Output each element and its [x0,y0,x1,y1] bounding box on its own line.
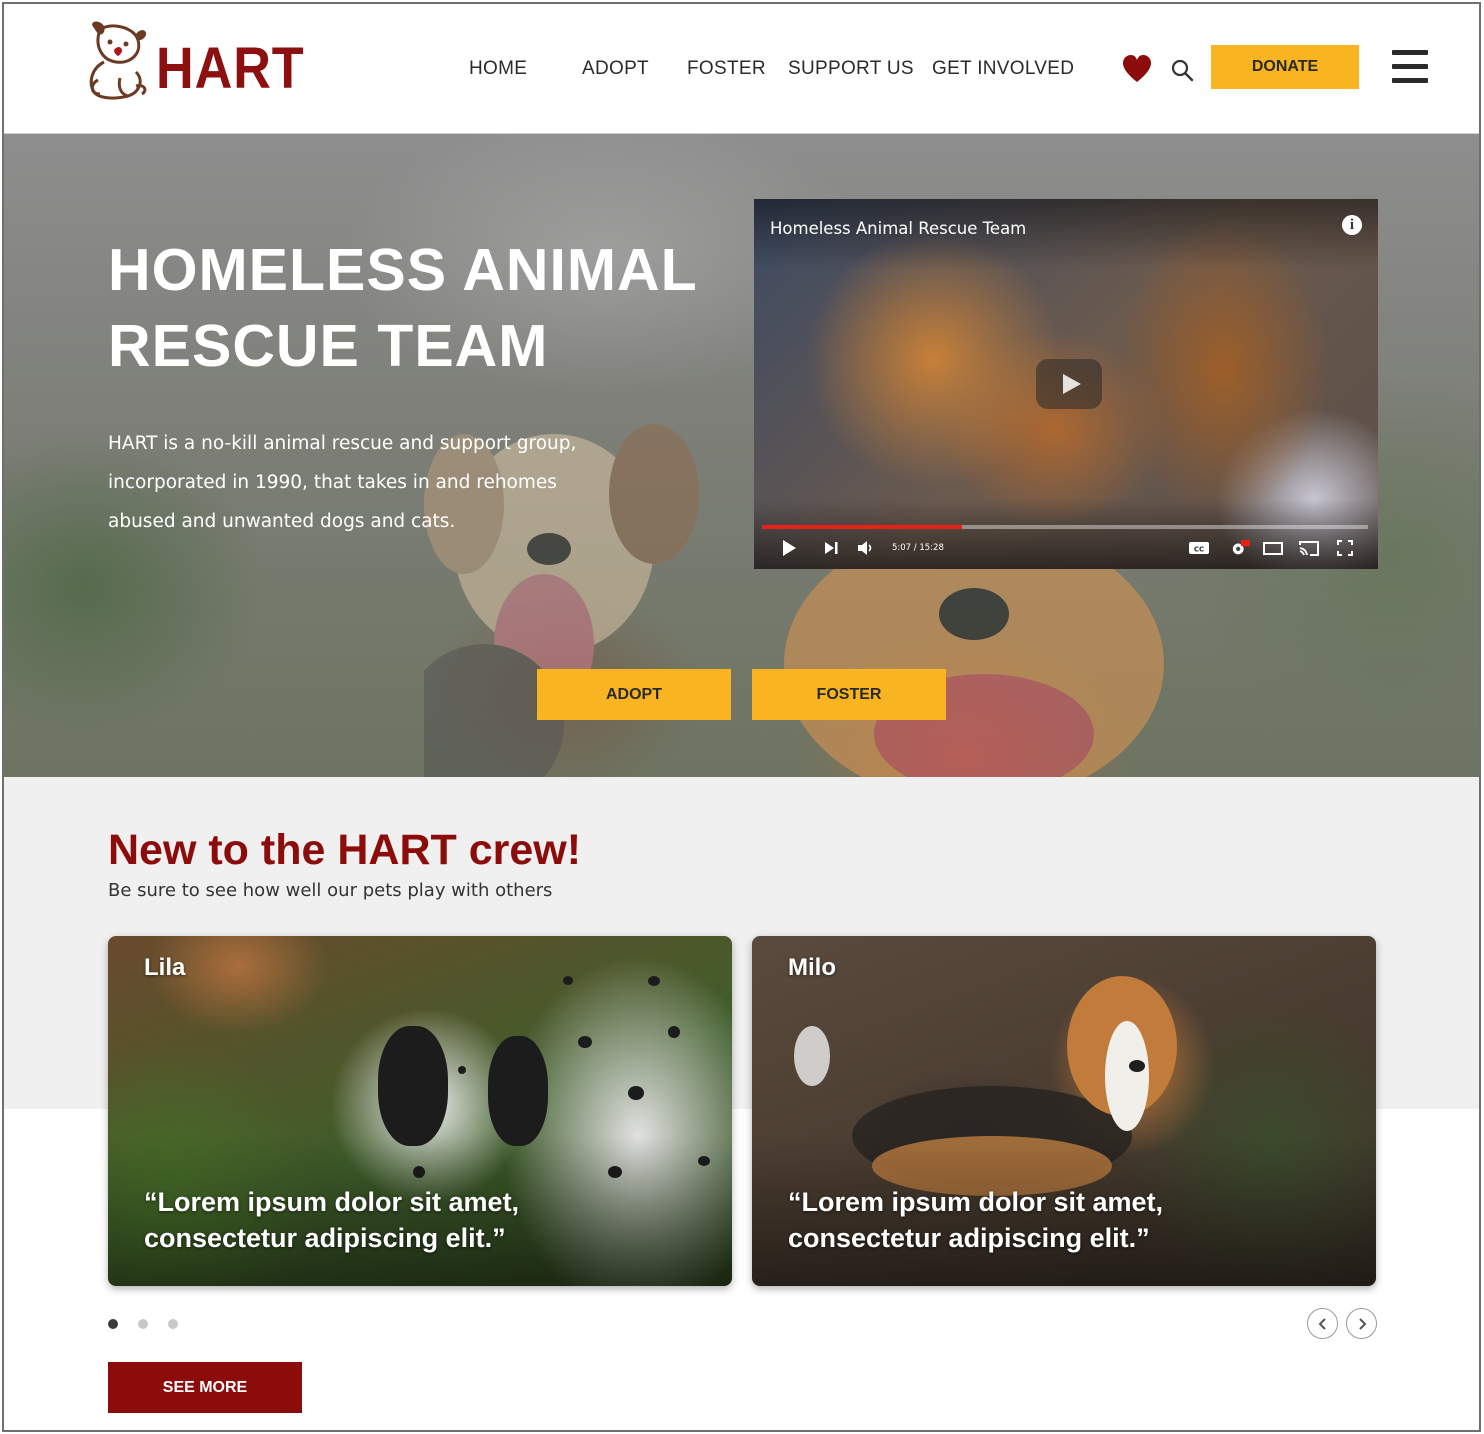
hamburger-menu-icon[interactable] [1392,50,1428,84]
see-more-button[interactable]: SEE MORE [108,1362,302,1413]
volume-icon[interactable] [856,539,874,557]
carousel-dots [108,1319,198,1329]
pet-card-lila[interactable]: Lila “Lorem ipsum dolor sit amet, consec… [108,936,732,1286]
next-icon[interactable] [822,539,840,557]
hero-description: HART is a no-kill animal rescue and supp… [108,433,577,532]
hero-title: HOMELESS ANIMAL RESCUE TEAM [108,232,728,384]
hero-title-line-1: HOMELESS ANIMAL [108,237,698,303]
video-time: 5:07 / 15:28 [892,543,944,553]
pet-name: Lila [144,954,186,981]
nav-support-us[interactable]: SUPPORT US [788,58,914,80]
carousel-dot[interactable] [108,1319,118,1329]
carousel-next-button[interactable] [1346,1308,1377,1339]
crew-subheading: Be sure to see how well our pets play wi… [108,880,553,901]
hero-dog-image-right [784,544,1164,777]
donate-button[interactable]: DONATE [1211,45,1359,89]
settings-icon[interactable] [1228,539,1252,557]
nav-adopt[interactable]: ADOPT [582,58,649,80]
cast-icon[interactable] [1298,539,1320,557]
chevron-right-icon [1359,1318,1367,1330]
pet-card-milo[interactable]: Milo “Lorem ipsum dolor sit amet, consec… [752,936,1376,1286]
pet-name: Milo [788,954,836,981]
pet-quote: “Lorem ipsum dolor sit amet, consectetur… [144,1187,520,1253]
hero-section: HOMELESS ANIMAL RESCUE TEAM HART is a no… [4,134,1479,777]
hero-title-line-2: RESCUE TEAM [108,313,549,379]
fullscreen-icon[interactable] [1336,539,1354,557]
chevron-left-icon [1318,1318,1326,1330]
play-icon[interactable] [780,539,798,557]
video-player[interactable]: Homeless Animal Rescue Team i 5:07 / 15:… [754,199,1378,569]
site-header: HART HOME ADOPT FOSTER SUPPORT US GET IN… [4,4,1479,134]
video-title[interactable]: Homeless Animal Rescue Team [770,219,1026,238]
carousel-dot[interactable] [138,1319,148,1329]
search-icon[interactable] [1170,58,1194,82]
carousel-dot[interactable] [168,1319,178,1329]
captions-icon[interactable]: CC [1188,539,1210,557]
pet-quote: “Lorem ipsum dolor sit amet, consectetur… [788,1187,1164,1253]
hero-foster-button[interactable]: FOSTER [752,669,946,720]
theater-mode-icon[interactable] [1262,539,1284,557]
page-frame: HART HOME ADOPT FOSTER SUPPORT US GET IN… [2,2,1481,1432]
big-play-icon[interactable] [1036,359,1102,409]
svg-text:CC: CC [1194,546,1204,554]
carousel-prev-button[interactable] [1307,1308,1338,1339]
video-progress-fill [762,525,962,529]
hero-adopt-button[interactable]: ADOPT [537,669,731,720]
info-icon[interactable]: i [1342,215,1362,235]
video-bottom-gradient [754,499,1378,569]
video-progress-bar[interactable] [762,525,1368,529]
nav-home[interactable]: HOME [469,58,527,80]
nav-foster[interactable]: FOSTER [687,58,766,80]
heart-icon[interactable] [1122,54,1152,84]
nav-get-involved[interactable]: GET INVOLVED [932,58,1074,80]
crew-heading: New to the HART crew! [108,826,582,874]
